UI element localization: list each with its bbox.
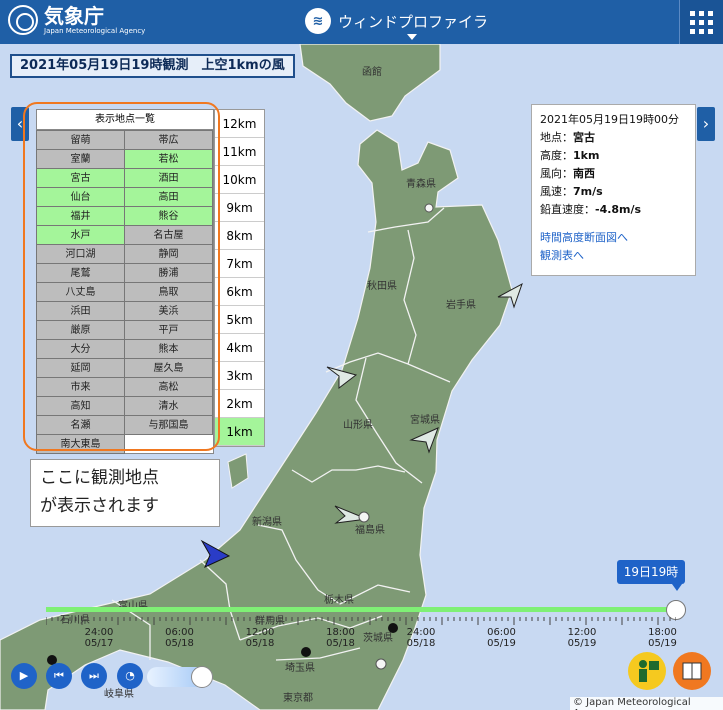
station-list-highlight: [23, 102, 220, 451]
altitude-option[interactable]: 3km: [215, 362, 264, 390]
pref-label-iwate: 岩手県: [446, 300, 476, 311]
pref-label-aomori: 青森県: [406, 179, 436, 190]
info-vertical-row: 鉛直速度：-4.8m/s: [540, 203, 642, 216]
pref-label-yamagata: 山形県: [343, 420, 373, 431]
app-header: 気象庁 Japan Meteorological Agency ≋ ウィンドプロ…: [0, 0, 723, 44]
copyright-notice: © Japan Meteorological Agency: [570, 697, 723, 710]
callout-line-1: ここに観測地点: [40, 468, 159, 488]
timeline-tick-label: 24:00 05/18: [406, 627, 436, 649]
timeline-ticks: [46, 617, 676, 625]
pref-label-niigata: 新潟県: [252, 517, 282, 528]
altitude-selector: 12km 11km 10km 9km 8km 7km 6km 5km 4km 3km 2km 1km: [214, 109, 265, 447]
altitude-option[interactable]: 10km: [215, 166, 264, 194]
current-time-badge: 19日19時: [617, 560, 685, 591]
timeline-tick-label: 18:00 05/19: [648, 627, 677, 649]
pref-label-akita: 秋田県: [367, 281, 397, 292]
timeline-tick-label: 18:00 05/18: [326, 627, 355, 649]
pref-label-miyagi: 宮城県: [410, 415, 440, 426]
callout-line-2: が表示されます: [40, 496, 159, 516]
logo-title: 気象庁: [44, 4, 104, 28]
pref-label-fukushima: 福島県: [355, 525, 385, 536]
grid-menu-icon[interactable]: [679, 0, 723, 44]
info-height-row: 高度：1km: [540, 149, 600, 162]
info-speed-row: 風速：7m/s: [540, 185, 603, 198]
pref-label-saitama: 埼玉県: [285, 663, 315, 674]
info-direction-row: 風向：南西: [540, 167, 595, 180]
info-datetime: 2021年05月19日19時00分: [540, 113, 679, 126]
chevron-right-icon[interactable]: ›: [697, 107, 715, 141]
altitude-option[interactable]: 9km: [215, 194, 264, 222]
jma-logo-mark-icon: [8, 5, 38, 35]
observation-title: 2021年05月19日19時観測 上空1kmの風: [10, 54, 295, 78]
pref-label-ibaraki: 茨城県: [363, 633, 393, 644]
timeline-tick-label: 06:00 05/19: [487, 627, 516, 649]
help-person-icon[interactable]: [628, 652, 666, 690]
altitude-option[interactable]: 11km: [215, 138, 264, 166]
altitude-option[interactable]: 8km: [215, 222, 264, 250]
book-icon[interactable]: [673, 652, 711, 690]
observation-table-link[interactable]: 観測表へ: [540, 247, 687, 265]
chevron-down-icon: [407, 34, 417, 40]
station-info-popup: 2021年05月19日19時00分 地点：宮古 高度：1km 風向：南西 風速：…: [531, 104, 696, 276]
altitude-option[interactable]: 1km: [215, 418, 264, 446]
cross-section-link[interactable]: 時間高度断面図へ: [540, 229, 687, 247]
altitude-option[interactable]: 6km: [215, 278, 264, 306]
pref-label-hakodate: 函館: [362, 67, 382, 78]
timeline-tick-label: 24:00 05/17: [84, 627, 114, 649]
app-title-dropdown[interactable]: ≋ ウィンドプロファイラ: [305, 8, 489, 40]
callout-note: ここに観測地点 が表示されます: [30, 459, 220, 527]
app-title: ウィンドプロファイラ: [338, 12, 489, 31]
jma-logo[interactable]: 気象庁 Japan Meteorological Agency: [8, 5, 145, 35]
altitude-option[interactable]: 4km: [215, 334, 264, 362]
timeline-tick-label: 12:00 05/18: [245, 627, 275, 649]
altitude-option[interactable]: 7km: [215, 250, 264, 278]
speed-icon[interactable]: ◔: [117, 663, 143, 689]
altitude-option[interactable]: 2km: [215, 390, 264, 418]
wind-icon: ≋: [305, 8, 331, 34]
step-forward-icon[interactable]: ⏭: [81, 663, 107, 689]
timeline-tick-label: 06:00 05/18: [165, 627, 194, 649]
info-point-row: 地点：宮古: [540, 131, 595, 144]
altitude-option[interactable]: 5km: [215, 306, 264, 334]
step-back-icon[interactable]: ⏮: [46, 663, 72, 689]
play-icon[interactable]: ▶: [11, 663, 37, 689]
timeline-tick-label: 12:00 05/19: [567, 627, 597, 649]
speed-slider-knob[interactable]: [191, 666, 213, 688]
logo-subtitle: Japan Meteorological Agency: [44, 27, 146, 35]
pref-label-tokyo: 東京都: [283, 693, 313, 704]
altitude-option[interactable]: 12km: [215, 110, 264, 138]
timeline-bar[interactable]: [46, 607, 676, 612]
pref-label-tochigi: 栃木県: [324, 595, 354, 606]
